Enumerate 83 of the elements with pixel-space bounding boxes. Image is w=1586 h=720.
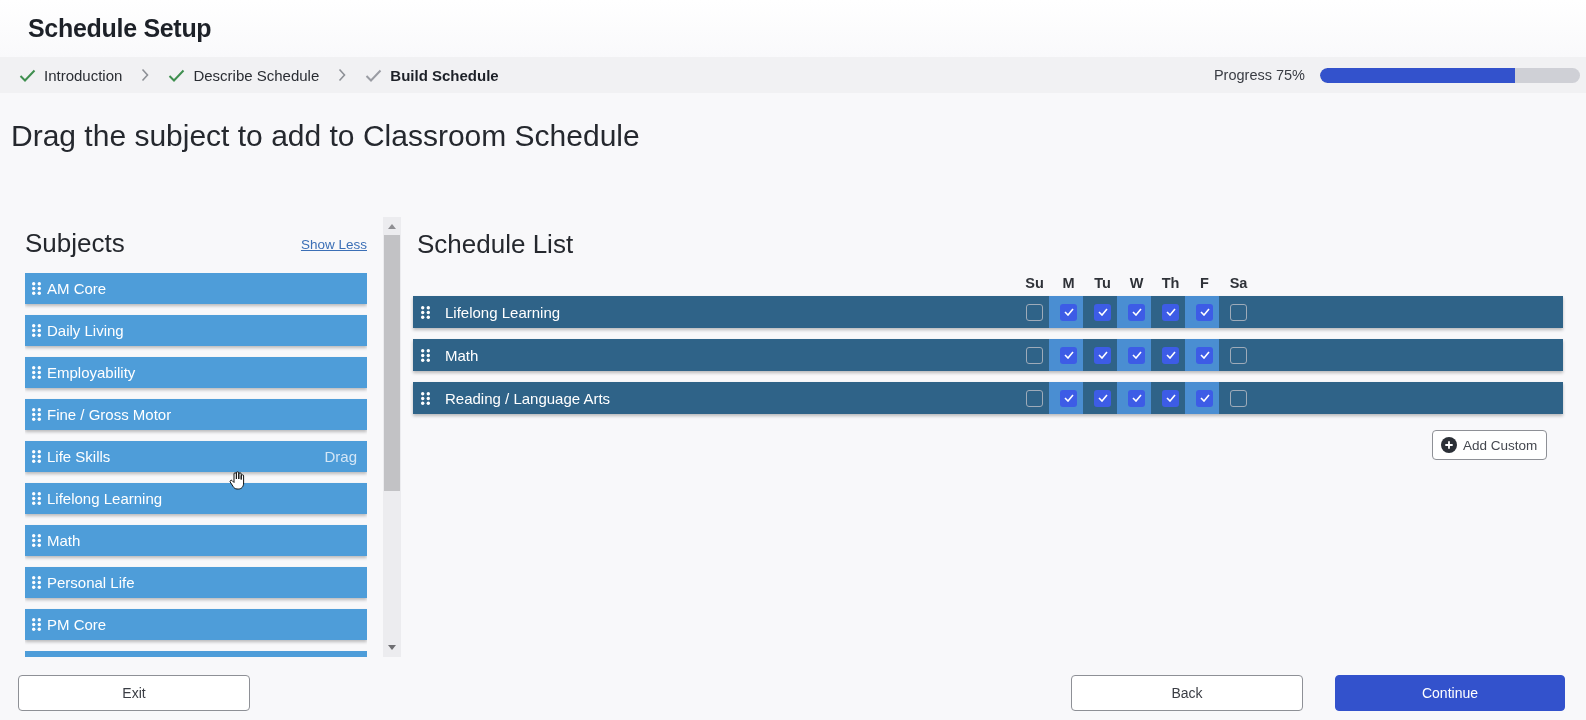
schedule-row[interactable]: Lifelong Learning	[413, 296, 1563, 328]
check-icon	[1131, 394, 1142, 402]
add-custom-button[interactable]: Add Custom	[1432, 430, 1547, 460]
chevron-right-icon	[141, 68, 150, 82]
check-icon	[1131, 351, 1142, 359]
day-label: M	[1062, 274, 1075, 291]
checkbox[interactable]	[1230, 389, 1247, 407]
drag-handle-icon[interactable]	[32, 617, 41, 631]
check-icon	[1131, 308, 1142, 316]
drag-hint: Drag	[324, 447, 357, 465]
drag-handle-icon[interactable]	[32, 575, 41, 589]
exit-button[interactable]: Exit	[18, 675, 250, 711]
drag-handle-icon[interactable]	[32, 323, 41, 337]
checkbox[interactable]	[1026, 389, 1043, 407]
instruction-heading: Drag the subject to add to Classroom Schedule	[11, 118, 640, 154]
checkbox[interactable]	[1026, 346, 1043, 364]
check-icon	[1199, 394, 1210, 402]
subject-name: Math	[445, 346, 479, 364]
show-less-link[interactable]: Show Less	[300, 237, 367, 253]
step-label[interactable]: Describe Schedule	[193, 66, 320, 84]
checkbox[interactable]	[1128, 303, 1145, 321]
checkbox[interactable]	[1128, 346, 1145, 364]
drag-handle-icon[interactable]	[32, 365, 41, 379]
checkbox[interactable]	[1094, 346, 1111, 364]
drag-handle-icon[interactable]	[421, 348, 430, 362]
checkbox[interactable]	[1026, 303, 1043, 321]
drag-handle-icon[interactable]	[32, 407, 41, 421]
check-icon	[1199, 351, 1210, 359]
continue-button[interactable]: Continue	[1335, 675, 1565, 711]
day-label: W	[1129, 274, 1144, 291]
subject-item[interactable]	[25, 650, 367, 657]
schedule-row[interactable]: Math	[413, 339, 1563, 371]
scrollbar-thumb[interactable]	[384, 235, 400, 491]
drag-handle-icon[interactable]	[32, 491, 41, 505]
day-label: Sa	[1229, 274, 1248, 291]
scroll-up-icon[interactable]	[388, 224, 396, 229]
checkbox[interactable]	[1196, 303, 1213, 321]
scroll-down-icon[interactable]	[388, 645, 396, 650]
checkbox[interactable]	[1162, 303, 1179, 321]
checkbox[interactable]	[1060, 346, 1077, 364]
page-title: Schedule Setup	[28, 14, 212, 43]
checkbox[interactable]	[1196, 346, 1213, 364]
check-icon	[1063, 394, 1074, 402]
check-icon	[1063, 351, 1074, 359]
scrollbar[interactable]	[383, 217, 401, 657]
schedule-row[interactable]: Reading / Language Arts	[413, 382, 1563, 414]
day-label: F	[1200, 274, 1209, 291]
day-label: Th	[1161, 274, 1180, 291]
drag-handle-icon[interactable]	[421, 391, 430, 405]
checkbox[interactable]	[1094, 389, 1111, 407]
chevron-right-icon	[338, 68, 347, 82]
checkbox[interactable]	[1162, 389, 1179, 407]
checkbox[interactable]	[1060, 303, 1077, 321]
drag-handle-icon[interactable]	[32, 281, 41, 295]
checkbox[interactable]	[1230, 346, 1247, 364]
subject-name: Reading / Language Arts	[445, 389, 611, 407]
checkbox[interactable]	[1094, 303, 1111, 321]
subjects-heading: Subjects	[25, 228, 125, 260]
checkbox[interactable]	[1128, 389, 1145, 407]
check-icon	[1097, 308, 1108, 316]
check-icon	[1165, 351, 1176, 359]
drag-handle-icon[interactable]	[421, 305, 430, 319]
back-button[interactable]: Back	[1071, 675, 1303, 711]
drag-handle-icon[interactable]	[32, 449, 41, 463]
day-label: Tu	[1094, 274, 1111, 291]
checkbox[interactable]	[1060, 389, 1077, 407]
check-icon	[1165, 394, 1176, 402]
check-icon	[1097, 351, 1108, 359]
step-label[interactable]: Build Schedule	[390, 66, 499, 84]
checkbox[interactable]	[1230, 303, 1247, 321]
plus-icon[interactable]	[1441, 437, 1457, 453]
schedule-heading: Schedule List	[417, 228, 574, 260]
checkbox[interactable]	[1162, 346, 1179, 364]
subject-name: Lifelong Learning	[445, 303, 561, 321]
day-label: Su	[1025, 274, 1044, 291]
progress-label: Progress 75%	[1213, 67, 1305, 83]
check-icon	[1063, 308, 1074, 316]
step-label[interactable]: Introduction	[44, 66, 123, 84]
drag-handle-icon[interactable]	[32, 533, 41, 547]
checkbox[interactable]	[1196, 389, 1213, 407]
check-icon	[1097, 394, 1108, 402]
check-icon	[1199, 308, 1210, 316]
check-icon	[1165, 308, 1176, 316]
